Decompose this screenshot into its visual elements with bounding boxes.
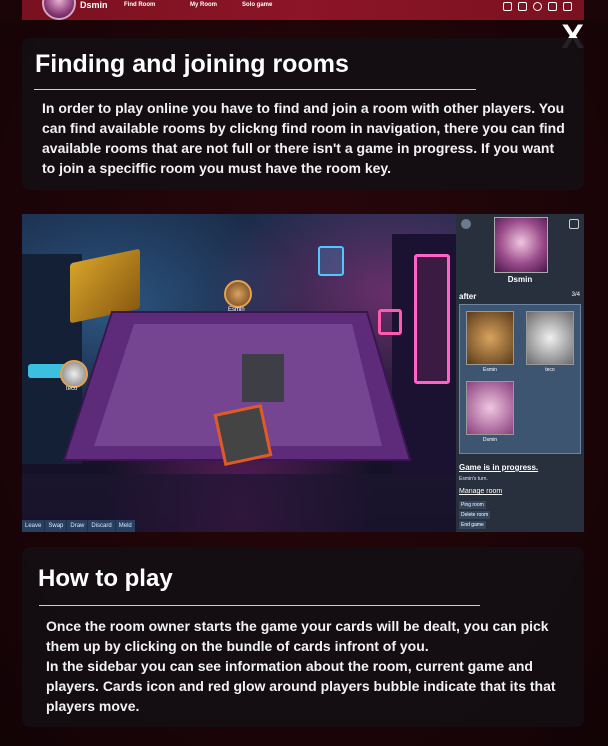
game-scene: Esmin teco Leave Swap Draw Discard Meld <box>22 214 456 532</box>
game-status: Game is in progress. <box>459 463 539 472</box>
profile-avatar <box>494 217 548 273</box>
player-card-name: Dsmin <box>482 437 498 443</box>
app-header: Dsmin Find Room My Room Solo game <box>22 0 584 20</box>
header-username[interactable]: Dsmin <box>80 0 108 10</box>
player-card <box>526 311 574 365</box>
profile-name: Dsmin <box>507 275 533 284</box>
game-sidebar: Dsmin after 3/4 Esmin teco Dsmin Game is… <box>456 214 584 532</box>
avatar[interactable] <box>42 0 76 20</box>
leave-button[interactable]: Leave <box>22 520 45 532</box>
player-count: 3/4 <box>571 292 580 298</box>
meld-button[interactable]: Meld <box>115 520 135 532</box>
section-body: In order to play online you have to find… <box>42 100 565 176</box>
nav-find-room[interactable]: Find Room <box>124 2 155 8</box>
section-finding-rooms: Finding and joining rooms In order to pl… <box>22 38 584 190</box>
delete-room-button[interactable]: Delete room <box>459 511 491 519</box>
code-icon[interactable] <box>518 2 527 11</box>
end-game-button[interactable]: End game <box>459 521 486 529</box>
swap-button[interactable]: Swap <box>45 520 67 532</box>
player-bubble-left <box>60 360 88 388</box>
player-card-name: Esmin <box>483 367 497 373</box>
nav-my-room[interactable]: My Room <box>190 2 217 8</box>
player-name: Esmin <box>228 307 245 313</box>
draw-button[interactable]: Draw <box>67 520 88 532</box>
action-bar: Leave Swap Draw Discard Meld <box>22 520 135 532</box>
section-body: Once the room owner starts the game your… <box>22 606 584 716</box>
player-list: Esmin teco Dsmin <box>459 304 581 454</box>
github-icon[interactable] <box>533 2 542 11</box>
logout-icon[interactable] <box>563 2 572 11</box>
chevron-icon[interactable] <box>461 219 471 229</box>
image-icon[interactable] <box>503 2 512 11</box>
exit-icon[interactable] <box>569 219 579 229</box>
room-name: after <box>459 292 477 301</box>
header-icons <box>503 2 572 11</box>
player-card <box>466 311 514 365</box>
draw-pile[interactable] <box>242 354 284 402</box>
section-body-line: In the sidebar you can see information a… <box>46 658 556 714</box>
manage-room-heading: Manage room <box>459 488 503 495</box>
ping-room-button[interactable]: Ping room <box>459 501 486 509</box>
section-title: Finding and joining rooms <box>35 50 349 78</box>
player-hand[interactable] <box>213 403 273 467</box>
player-card <box>466 381 514 435</box>
turn-info: Esmin's turn. <box>459 476 488 482</box>
player-card-name: teco <box>545 367 555 373</box>
player-bubble-top <box>224 280 252 308</box>
chat-icon[interactable] <box>548 2 557 11</box>
game-screenshot: Esmin teco Leave Swap Draw Discard Meld … <box>22 214 584 532</box>
section-body-line: Once the room owner starts the game your… <box>46 618 549 654</box>
discard-button[interactable]: Discard <box>88 520 115 532</box>
section-title: How to play <box>38 565 173 592</box>
player-name: teco <box>66 386 78 392</box>
section-how-to-play: How to play Once the room owner starts t… <box>22 547 584 727</box>
nav-solo-game[interactable]: Solo game <box>242 2 272 8</box>
